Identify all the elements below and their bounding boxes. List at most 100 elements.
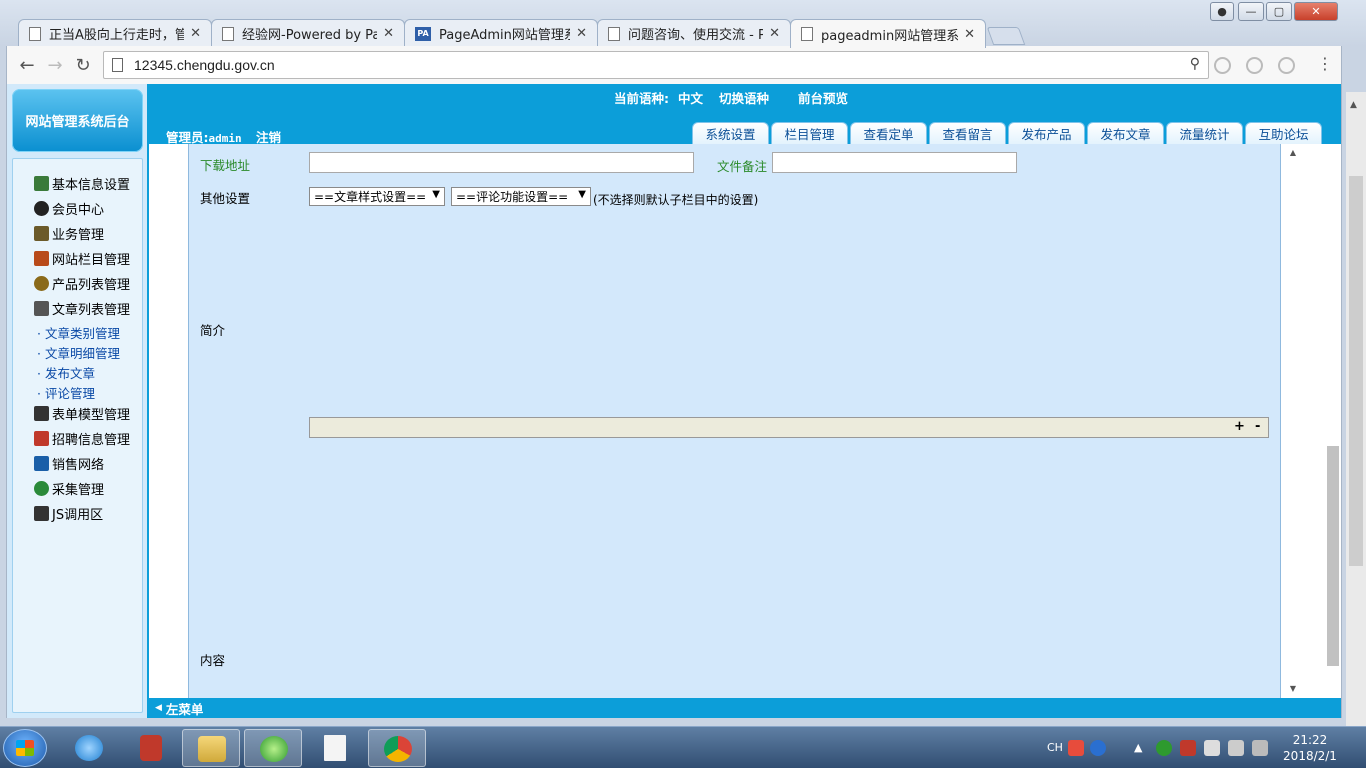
close-icon[interactable]: ✕ [190,26,201,41]
network-warning-icon[interactable] [1180,740,1196,756]
taskbar-app-h[interactable] [122,729,180,767]
tab-forum[interactable]: 互助论坛 [1245,122,1322,144]
members-icon [34,201,49,216]
browser-tab-1[interactable]: 正当A股向上行走时，管 ✕ [18,19,212,47]
sidebar-sub-article-categories[interactable]: · 文章类别管理 [37,323,120,342]
maximize-button[interactable]: ▢ [1266,2,1292,21]
sidebar-item-js-calls[interactable]: JS调用区 [34,504,103,523]
address-bar[interactable]: 12345.chengdu.gov.cn ⚲ [103,51,1209,79]
system-clock[interactable]: 21:22 2018/2/1 [1280,732,1340,764]
outer-scrollbar-thumb[interactable] [1349,176,1363,566]
browser-tab-2[interactable]: 经验网-Powered by Pa ✕ [211,19,405,47]
minimize-button[interactable]: — [1238,2,1264,21]
comment-settings-select[interactable]: ==评论功能设置== ▼ [451,187,591,206]
tab-title: 问题咨询、使用交流 - Pa [628,28,764,43]
intro-editor-resize-bar: + - [309,417,1269,438]
user-icon[interactable]: ● [1210,2,1234,21]
sidebar-item-collection[interactable]: 采集管理 [34,479,104,498]
page-icon [112,58,123,72]
browser-360-icon [260,736,288,762]
key-icon[interactable]: ⚲ [1190,56,1200,72]
sidebar-sub-article-details[interactable]: · 文章明细管理 [37,343,120,362]
reload-icon[interactable]: ↻ [72,54,94,76]
input-language[interactable]: CH [1047,741,1063,754]
forward-arrow-icon[interactable]: → [44,54,66,76]
security-icon[interactable] [1156,740,1172,756]
tab-system-settings[interactable]: 系统设置 [692,122,769,144]
scroll-down-arrow-icon[interactable]: ▼ [1286,684,1300,693]
show-hidden-icons-arrow-icon[interactable]: ▲ [1134,741,1142,754]
extension-icon[interactable] [1246,57,1263,74]
sidebar-item-recruitment[interactable]: 招聘信息管理 [34,429,130,448]
scroll-up-arrow-icon[interactable]: ▲ [1350,100,1357,110]
select-note: (不选择则默认子栏目中的设置) [593,193,759,207]
scrollbar-thumb[interactable] [1327,446,1339,666]
scroll-up-arrow-icon[interactable]: ▲ [1286,148,1300,157]
intro-label: 简介 [200,323,226,338]
sidebar-sub-publish-article[interactable]: · 发布文章 [37,363,95,382]
sidebar-item-products[interactable]: 产品列表管理 [34,274,130,293]
sidebar-item-members[interactable]: 会员中心 [34,199,104,218]
gears-icon [34,276,49,291]
taskbar-explorer[interactable] [182,729,240,767]
expand-plus-icon[interactable]: + [1234,419,1245,434]
sidebar-item-sales-network[interactable]: 销售网络 [34,454,104,473]
start-button[interactable] [3,729,47,767]
download-url-input[interactable] [309,152,694,173]
page-viewport: 网站管理系统后台 基本信息设置 会员中心 业务管理 网站栏目管理 产品列表管理 … [6,84,1342,718]
extension-icon[interactable] [1214,57,1231,74]
tab-traffic-stats[interactable]: 流量统计 [1166,122,1243,144]
tab-title: 经验网-Powered by Pa [242,28,378,43]
left-menu-toggle[interactable]: 左菜单 [166,699,204,718]
sidebar-item-form-models[interactable]: 表单模型管理 [34,404,130,423]
browser-tab-5-active[interactable]: pageadmin网站管理系统 ✕ [790,19,986,48]
sidebar-item-business[interactable]: 业务管理 [34,224,104,243]
taskbar-document[interactable] [306,729,364,767]
volume-muted-icon[interactable] [1252,740,1268,756]
extension-icon[interactable] [1278,57,1295,74]
browser-tab-3[interactable]: PA PageAdmin网站管理系统 ✕ [404,19,598,47]
browser-tab-4[interactable]: 问题咨询、使用交流 - Pa ✕ [597,19,791,47]
outer-scrollbar[interactable]: ▲ [1346,92,1366,726]
file-note-input[interactable] [772,152,1017,173]
device-icon[interactable] [1204,740,1220,756]
taskbar-chrome[interactable] [368,729,426,767]
switch-lang-link[interactable]: 切换语种 [719,88,769,107]
sogou-input-icon[interactable] [1068,740,1084,756]
article-style-select[interactable]: ==文章样式设置== ▼ [309,187,445,206]
shrink-minus-icon[interactable]: - [1255,419,1260,434]
sidebar-item-articles[interactable]: 文章列表管理 [34,299,130,318]
menu-dots-icon[interactable]: ⋮ [1317,54,1333,73]
windows-logo-icon [16,740,34,756]
network-icon [34,456,49,471]
new-tab-button[interactable] [986,27,1026,45]
close-icon[interactable]: ✕ [576,26,587,41]
tab-publish-product[interactable]: 发布产品 [1008,122,1085,144]
tab-publish-article[interactable]: 发布文章 [1087,122,1164,144]
content-area: 下载地址 文件备注 其他设置 ==文章样式设置== ▼ ==评论功能设置== ▼… [149,144,1341,698]
printer-icon [34,301,49,316]
logout-link[interactable]: 注销 [256,130,281,145]
close-icon[interactable]: ✕ [964,27,975,42]
back-arrow-icon[interactable]: ← [16,54,38,76]
sidebar-item-label: 采集管理 [52,483,105,498]
tab-view-messages[interactable]: 查看留言 [929,122,1006,144]
window-close-button[interactable]: ✕ [1294,2,1338,21]
sidebar-item-basic-info[interactable]: 基本信息设置 [34,174,130,193]
close-icon[interactable]: ✕ [769,26,780,41]
close-icon[interactable]: ✕ [383,26,394,41]
taskbar-ie[interactable] [60,729,118,767]
sidebar-item-label: 业务管理 [52,228,105,243]
sidebar-item-site-columns[interactable]: 网站栏目管理 [34,249,130,268]
taskbar-360[interactable] [244,729,302,767]
help-icon[interactable] [1090,740,1106,756]
left-arrow-icon[interactable]: ◀ [155,703,162,713]
tab-view-orders[interactable]: 查看定单 [850,122,927,144]
tools-icon [34,251,49,266]
page-icon [222,26,234,41]
sidebar-sub-comments[interactable]: · 评论管理 [37,383,95,402]
download-label: 下载地址 [200,158,251,173]
preview-link[interactable]: 前台预览 [798,88,848,107]
signal-icon[interactable] [1228,740,1244,756]
tab-column-management[interactable]: 栏目管理 [771,122,848,144]
